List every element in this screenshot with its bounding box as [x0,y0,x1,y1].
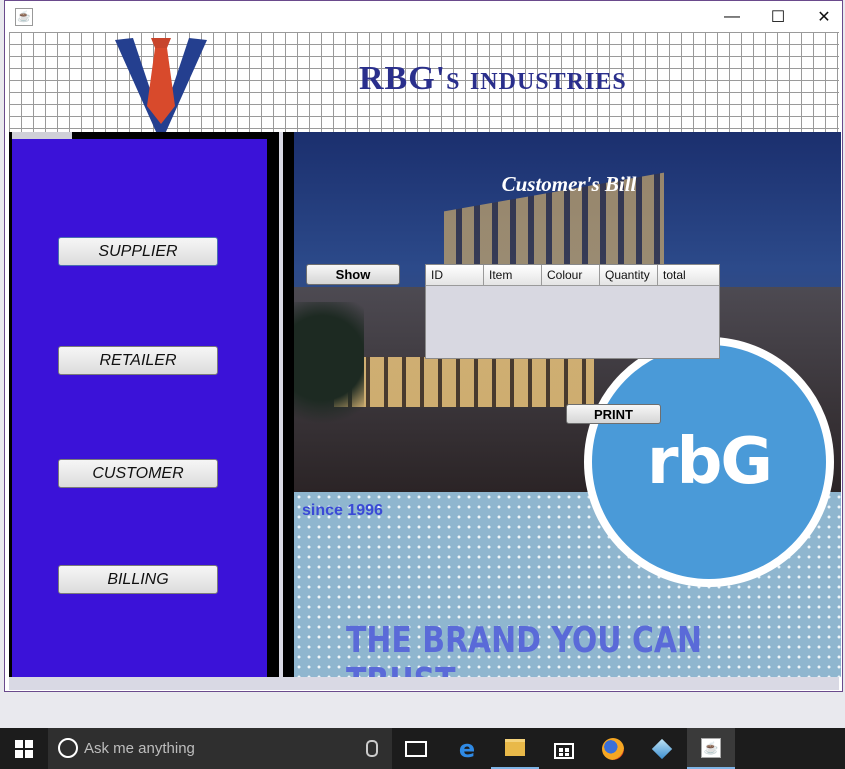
column-header-quantity[interactable]: Quantity [600,265,658,285]
minimize-button[interactable]: — [709,1,755,32]
java-app-icon: ☕ [15,8,33,26]
search-box[interactable]: Ask me anything [48,728,392,769]
bottom-strip [9,677,839,690]
content-area: RBG's industries SUPPLIER RETAILER CUSTO… [9,32,841,690]
tie-logo-icon [115,38,207,134]
building-windows [334,357,594,407]
since-text: since 1996 [302,502,383,519]
retailer-button[interactable]: RETAILER [58,346,218,375]
bill-panel: rbG Customer's Bill Show ID Item Colour … [294,132,841,677]
company-name: RBG's industries [359,60,627,97]
column-header-colour[interactable]: Colour [542,265,600,285]
bill-table[interactable]: ID Item Colour Quantity total [425,264,720,359]
slogan-text: THE BRAND YOU CAN TRUST [346,620,703,677]
java-icon[interactable]: ☕ [687,728,735,769]
firefox-icon[interactable] [589,728,637,769]
rbg-logo-text: rbG [647,425,773,499]
table-header: ID Item Colour Quantity total [426,265,719,286]
task-view-icon[interactable] [392,728,440,769]
column-header-id[interactable]: ID [426,265,484,285]
virtualbox-icon[interactable] [638,728,686,769]
customer-button[interactable]: CUSTOMER [58,459,218,488]
navigation-panel: SUPPLIER RETAILER CUSTOMER BILLING [12,139,267,679]
search-placeholder: Ask me anything [84,740,195,757]
maximize-button[interactable]: ☐ [755,1,801,32]
show-button[interactable]: Show [306,264,400,285]
cortana-icon [58,738,78,758]
taskbar: Ask me anything e ☕ [0,728,845,769]
windows-start-icon[interactable] [0,728,48,769]
app-window: ☕ — ☐ ✕ RBG's industries SUPPLIER RETAIL… [4,0,843,692]
header-banner: RBG's industries [9,32,839,134]
edge-icon[interactable]: e [443,728,491,769]
microphone-icon[interactable] [366,740,378,757]
page-title: Customer's Bill [501,172,637,196]
tree-silhouette [294,302,364,442]
column-header-total[interactable]: total [658,265,719,285]
billing-button[interactable]: BILLING [58,565,218,594]
close-button[interactable]: ✕ [801,1,845,32]
column-header-item[interactable]: Item [484,265,542,285]
supplier-button[interactable]: SUPPLIER [58,237,218,266]
title-bar: ☕ — ☐ ✕ [5,1,842,32]
print-button[interactable]: PRINT [566,404,661,424]
file-explorer-icon[interactable] [491,728,539,769]
store-icon[interactable] [540,728,588,769]
left-panel-top-strip [12,132,72,139]
rbg-logo-circle: rbG [584,337,834,587]
